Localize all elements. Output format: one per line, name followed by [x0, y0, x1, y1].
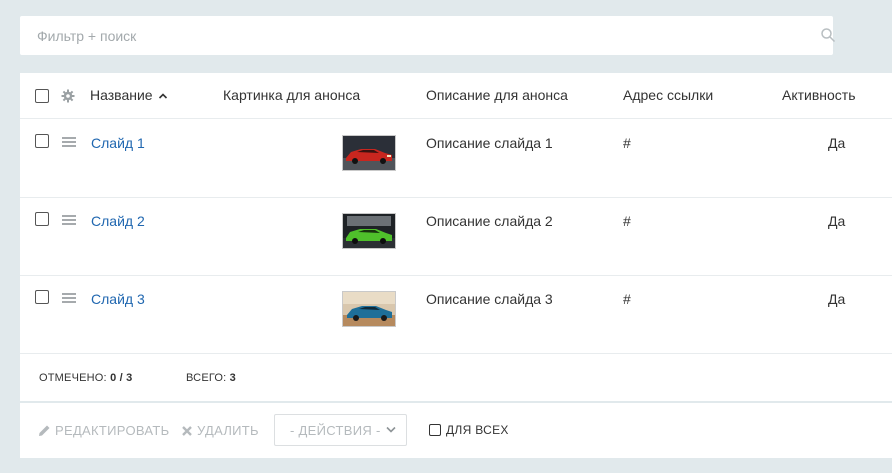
selected-count: ОТМЕЧЕНО: 0 / 3 [39, 372, 132, 384]
slide-link: # [623, 135, 631, 151]
drag-handle-icon[interactable] [62, 293, 76, 303]
search-icon[interactable] [820, 27, 836, 43]
for-all-label[interactable]: ДЛЯ ВСЕХ [446, 423, 509, 437]
pencil-icon [39, 425, 50, 436]
column-header-link[interactable]: Адрес ссылки [623, 87, 713, 103]
total-count-label: ВСЕГО: [186, 372, 227, 384]
table-row[interactable]: Слайд 2 Описание слайда 2 # Да [20, 197, 892, 276]
sort-ascending-icon [159, 93, 168, 99]
filter-search-bar [20, 16, 836, 55]
edit-button-label: РЕДАКТИРОВАТЬ [55, 423, 170, 438]
slide-link: # [623, 213, 631, 229]
for-all-checkbox[interactable] [429, 424, 441, 436]
table-row[interactable]: Слайд 1 Описание слайда 1 # Да [20, 119, 892, 198]
slide-name-link[interactable]: Слайд 1 [91, 135, 145, 151]
select-all-checkbox[interactable] [35, 89, 49, 103]
column-header-image[interactable]: Картинка для анонса [223, 87, 360, 103]
column-header-name-label: Название [90, 87, 153, 103]
slide-description: Описание слайда 1 [426, 135, 553, 151]
row-checkbox[interactable] [35, 212, 49, 226]
close-icon [182, 426, 192, 436]
grid-header: Название Картинка для анонса Описание дл… [20, 73, 892, 119]
slide-name-link[interactable]: Слайд 3 [91, 291, 145, 307]
column-header-active[interactable]: Активность [782, 87, 856, 103]
delete-button-label: УДАЛИТЬ [197, 423, 259, 438]
slide-description: Описание слайда 2 [426, 213, 553, 229]
drag-handle-icon[interactable] [62, 215, 76, 225]
gear-icon[interactable] [61, 89, 75, 103]
row-checkbox[interactable] [35, 134, 49, 148]
green-car-thumbnail[interactable] [342, 213, 396, 249]
slide-link: # [623, 291, 631, 307]
drag-handle-icon[interactable] [62, 137, 76, 147]
slide-active: Да [828, 213, 846, 229]
chevron-down-icon [386, 426, 396, 433]
filter-search-input[interactable] [20, 16, 780, 55]
grid-footer: ОТМЕЧЕНО: 0 / 3 ВСЕГО: 3 [20, 353, 892, 401]
slide-description: Описание слайда 3 [426, 291, 553, 307]
slide-name-link[interactable]: Слайд 2 [91, 213, 145, 229]
actions-select[interactable]: - ДЕЙСТВИЯ - [274, 414, 407, 446]
edit-button[interactable]: РЕДАКТИРОВАТЬ [38, 423, 169, 438]
slides-grid: Название Картинка для анонса Описание дл… [20, 73, 892, 401]
total-count-value: 3 [229, 372, 236, 384]
table-row[interactable]: Слайд 3 Описание слайда 3 # Да [20, 275, 892, 354]
column-header-description[interactable]: Описание для анонса [426, 87, 568, 103]
delete-button[interactable]: УДАЛИТЬ [181, 423, 259, 438]
blue-car-thumbnail[interactable] [342, 291, 396, 327]
actions-select-value: - ДЕЙСТВИЯ - [290, 423, 381, 438]
red-car-thumbnail[interactable] [342, 135, 396, 171]
selected-count-value: 0 / 3 [110, 372, 133, 384]
action-bar: РЕДАКТИРОВАТЬ УДАЛИТЬ - ДЕЙСТВИЯ - ДЛЯ В… [20, 403, 892, 458]
column-header-name[interactable]: Название [90, 87, 168, 103]
selected-count-label: ОТМЕЧЕНО: [39, 372, 107, 384]
slide-active: Да [828, 291, 846, 307]
slide-active: Да [828, 135, 846, 151]
total-count: ВСЕГО: 3 [186, 372, 236, 384]
row-checkbox[interactable] [35, 290, 49, 304]
